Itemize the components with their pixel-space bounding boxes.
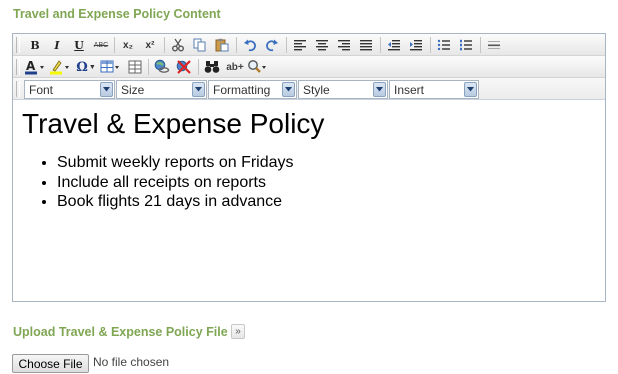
find-button[interactable] [202, 57, 222, 77]
insert-link-button[interactable] [152, 57, 172, 77]
formatting-toolbar: B I U ABC x₂ x² [13, 34, 605, 56]
size-dropdown-value: Size [121, 83, 145, 97]
align-center-icon [316, 40, 328, 51]
chevron-down-icon[interactable] [373, 82, 386, 97]
superscript-button[interactable]: x² [140, 35, 160, 55]
copy-button[interactable] [190, 35, 210, 55]
redo-icon [266, 39, 278, 52]
bulleted-list-button[interactable] [434, 35, 454, 55]
table-properties-button[interactable] [125, 57, 145, 77]
rich-text-editor: B I U ABC x₂ x² A Ω ▼ ab+ Font Size Form… [12, 33, 606, 302]
align-left-button[interactable] [290, 35, 310, 55]
toolbar-grip[interactable] [16, 59, 20, 75]
style-dropdown-value: Style [303, 83, 330, 97]
highlight-color-button[interactable] [49, 57, 73, 77]
table-icon [100, 60, 119, 73]
indent-icon [410, 40, 422, 51]
policy-bullet-list: Submit weekly reports on Fridays Include… [57, 153, 596, 212]
align-center-button[interactable] [312, 35, 332, 55]
zoom-button[interactable] [246, 57, 270, 77]
chevron-down-icon[interactable] [464, 82, 477, 97]
insert-table-button[interactable] [99, 57, 123, 77]
toolbar-grip[interactable] [16, 81, 20, 97]
underline-button[interactable]: U [69, 35, 89, 55]
redo-button[interactable] [262, 35, 282, 55]
outdent-button[interactable] [384, 35, 404, 55]
insert-dropdown-value: Insert [394, 83, 425, 97]
italic-button[interactable]: I [47, 35, 67, 55]
chevron-down-icon[interactable] [192, 82, 205, 97]
formatting-dropdown-value: Formatting [213, 83, 271, 97]
editor-content-area[interactable]: Travel & Expense Policy Submit weekly re… [13, 101, 605, 301]
insert-dropdown[interactable]: Insert [389, 80, 479, 99]
replace-button[interactable]: ab+ [224, 57, 246, 77]
special-character-button[interactable]: Ω ▼ [74, 57, 98, 77]
toolbar-grip[interactable] [16, 37, 20, 53]
chevron-down-icon[interactable] [282, 82, 295, 97]
file-status-text: No file chosen [93, 355, 170, 369]
remove-link-button[interactable] [174, 57, 194, 77]
font-dropdown[interactable]: Font [24, 80, 115, 99]
toolbar-separator [198, 59, 199, 75]
indent-button[interactable] [406, 35, 426, 55]
toolbar-separator [164, 37, 165, 53]
subscript-button[interactable]: x₂ [118, 35, 138, 55]
undo-icon [244, 39, 256, 52]
justify-button[interactable] [356, 35, 376, 55]
copy-icon [193, 38, 206, 52]
bullet-list-icon [437, 39, 450, 51]
formatting-dropdown[interactable]: Formatting [208, 80, 297, 99]
horizontal-rule-button[interactable] [484, 35, 504, 55]
toolbar-separator [430, 37, 431, 53]
toolbar-separator [286, 37, 287, 53]
double-chevron-right-icon: » [235, 326, 241, 337]
toolbar-separator [148, 59, 149, 75]
unlink-icon [176, 60, 191, 74]
outdent-icon [388, 40, 400, 51]
font-color-icon: A [25, 59, 44, 75]
align-right-button[interactable] [334, 35, 354, 55]
upload-section-title: Upload Travel & Expense Policy File [13, 325, 228, 339]
undo-button[interactable] [240, 35, 260, 55]
magnifier-icon [248, 60, 266, 73]
table-properties-icon [128, 60, 142, 74]
toolbar-separator [114, 37, 115, 53]
choose-file-button[interactable]: Choose File [12, 354, 89, 373]
numbered-list-icon [460, 39, 472, 51]
style-dropdown[interactable]: Style [298, 80, 388, 99]
svg-text:A: A [26, 59, 36, 73]
horizontal-rule-icon [488, 41, 500, 49]
font-dropdown-value: Font [29, 83, 54, 97]
insert-toolbar: A Ω ▼ ab+ [13, 56, 605, 78]
list-item: Submit weekly reports on Fridays [57, 153, 596, 173]
paste-button[interactable] [212, 35, 232, 55]
chevron-down-icon[interactable] [100, 82, 113, 97]
toolbar-separator [380, 37, 381, 53]
expand-upload-button[interactable]: » [231, 324, 245, 339]
toolbar-separator [236, 37, 237, 53]
align-left-icon [294, 40, 306, 51]
justify-icon [360, 40, 372, 51]
content-section-title: Travel and Expense Policy Content [13, 7, 221, 21]
content-heading: Travel & Expense Policy [22, 108, 325, 139]
size-dropdown[interactable]: Size [116, 80, 207, 99]
bold-button[interactable]: B [25, 35, 45, 55]
list-item: Include all receipts on reports [57, 173, 596, 193]
font-color-button[interactable]: A [24, 57, 48, 77]
strikethrough-button[interactable]: ABC [91, 35, 111, 55]
cut-button[interactable] [168, 35, 188, 55]
scissors-icon [172, 38, 184, 52]
list-item: Book flights 21 days in advance [57, 192, 596, 212]
link-icon [154, 59, 170, 73]
binoculars-icon [204, 61, 220, 73]
paste-icon [215, 38, 229, 52]
numbered-list-button[interactable] [456, 35, 476, 55]
dropdown-toolbar: Font Size Formatting Style Insert [13, 78, 605, 100]
highlight-icon [50, 60, 69, 75]
align-right-icon [338, 40, 350, 51]
toolbar-separator [480, 37, 481, 53]
